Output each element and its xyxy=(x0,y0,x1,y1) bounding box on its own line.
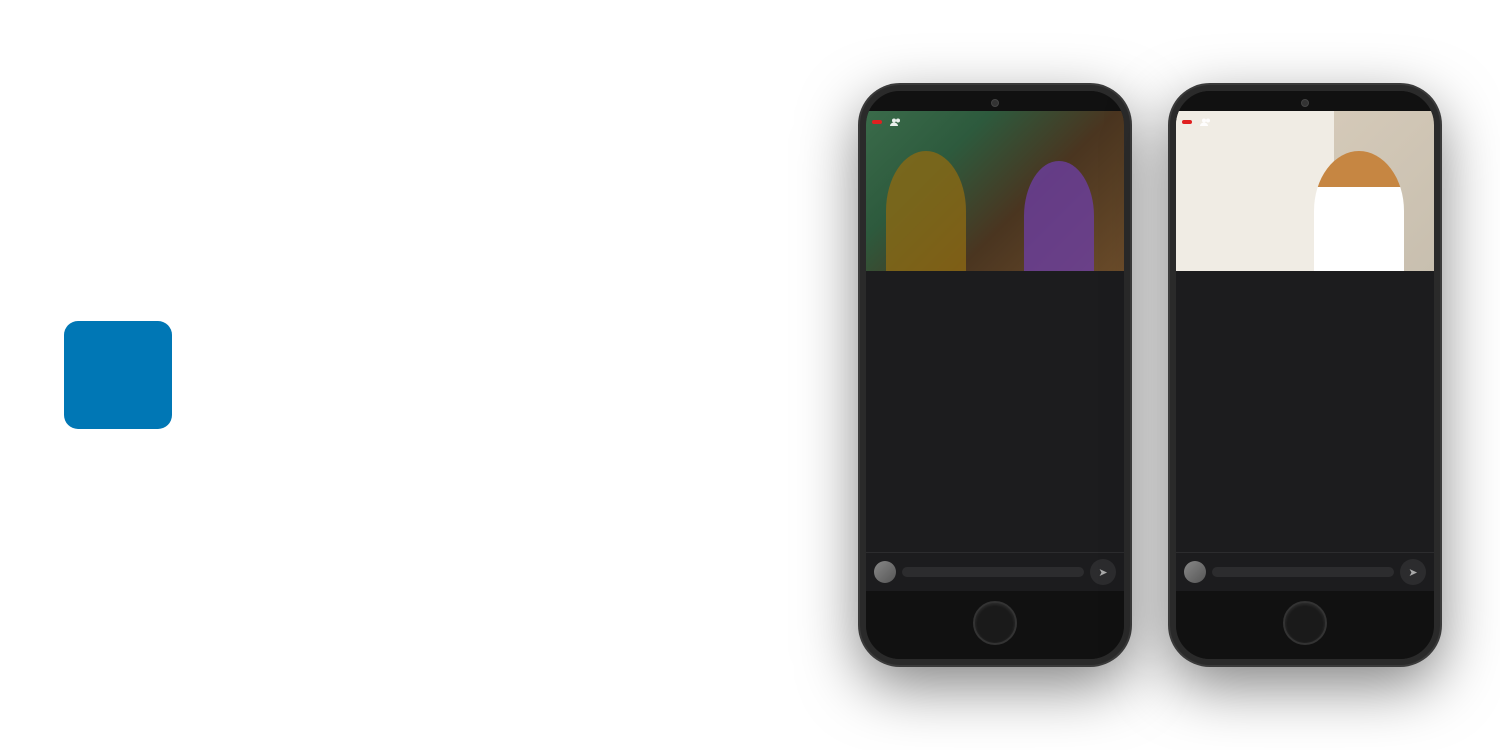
phone2-person xyxy=(1314,151,1404,271)
phone1-comment-area: ➤ xyxy=(866,552,1124,591)
phone1-live-badge xyxy=(872,120,882,124)
phone2-whiteboard xyxy=(1176,111,1334,271)
viewer-icon xyxy=(890,117,902,127)
phone2-bottom xyxy=(1176,591,1434,659)
phone2-video xyxy=(1176,111,1434,271)
phone2-notch xyxy=(1176,91,1434,111)
phone2-live-area xyxy=(1182,117,1428,127)
phone2-camera xyxy=(1301,99,1309,107)
phone2-share-button[interactable]: ➤ xyxy=(1400,559,1426,585)
phone2-comment-input[interactable] xyxy=(1212,567,1394,577)
phone1-notch xyxy=(866,91,1124,111)
logo-box xyxy=(64,321,172,429)
phone-1: ➤ xyxy=(860,85,1130,665)
page-container: ➤ xyxy=(0,0,1500,750)
phone1-video-scene xyxy=(866,111,1124,271)
phone2-comment-area: ➤ xyxy=(1176,552,1434,591)
phone2-video-scene xyxy=(1176,111,1434,271)
linkedin-logo xyxy=(60,321,172,429)
phone1-video xyxy=(866,111,1124,271)
phone2-chat xyxy=(1176,271,1434,552)
phones-container: ➤ xyxy=(860,85,1440,665)
phone1-home-button[interactable] xyxy=(973,601,1017,645)
phone2-comment-avatar xyxy=(1184,561,1206,583)
phone1-share-button[interactable]: ➤ xyxy=(1090,559,1116,585)
phone1-bottom xyxy=(866,591,1124,659)
viewer-icon-2 xyxy=(1200,117,1212,127)
phone1-comment-avatar xyxy=(874,561,896,583)
phone2-live-badge xyxy=(1182,120,1192,124)
phone-2: ➤ xyxy=(1170,85,1440,665)
phone2-home-button[interactable] xyxy=(1283,601,1327,645)
phone1-live-area xyxy=(872,117,1118,127)
phone1-viewer-count xyxy=(890,117,905,127)
phone2-screen: ➤ xyxy=(1176,111,1434,591)
phone1-camera xyxy=(991,99,999,107)
phone1-chat xyxy=(866,271,1124,552)
phone1-screen: ➤ xyxy=(866,111,1124,591)
phone1-comment-input[interactable] xyxy=(902,567,1084,577)
phone2-viewer-count xyxy=(1200,117,1215,127)
